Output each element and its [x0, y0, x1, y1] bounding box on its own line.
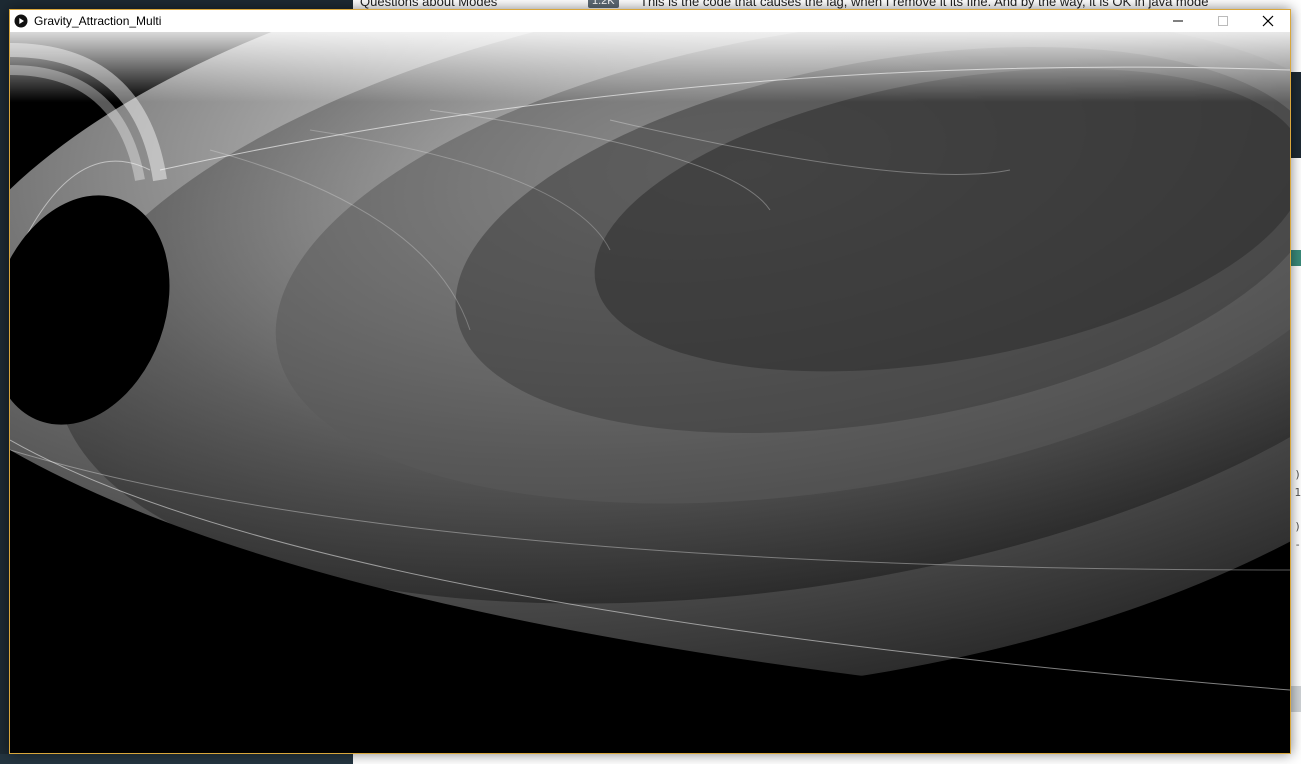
minimize-button[interactable]: [1155, 10, 1200, 32]
background-accent-block: [1291, 250, 1301, 266]
taskbar-strip: [0, 754, 353, 764]
minimize-icon: [1172, 20, 1183, 22]
background-post-text: This is the code that causes the lag, wh…: [640, 0, 1209, 9]
maximize-button[interactable]: [1200, 10, 1245, 32]
maximize-icon: [1217, 16, 1228, 26]
background-count-badge: 1.2K: [588, 0, 619, 8]
sketch-window[interactable]: Gravity_Attraction_Multi: [9, 9, 1291, 754]
orbit-trails-drawing: [10, 32, 1290, 753]
background-code-fragment: 1: [1294, 486, 1301, 499]
close-button[interactable]: [1245, 10, 1290, 32]
background-code-fragment: -: [1294, 538, 1301, 551]
background-question-link[interactable]: Questions about Modes: [360, 0, 497, 9]
desktop: Questions about Modes 1.2K This is the c…: [0, 0, 1301, 764]
background-scroll-block: [1291, 686, 1301, 712]
processing-play-icon: [14, 14, 28, 28]
background-code-fragment: ): [1294, 468, 1301, 481]
background-sidebar-block: [1291, 72, 1301, 158]
sketch-canvas[interactable]: [10, 32, 1290, 753]
window-title: Gravity_Attraction_Multi: [34, 14, 162, 28]
window-titlebar[interactable]: Gravity_Attraction_Multi: [10, 10, 1290, 32]
close-icon: [1262, 15, 1273, 27]
background-code-fragment: ): [1294, 520, 1301, 533]
